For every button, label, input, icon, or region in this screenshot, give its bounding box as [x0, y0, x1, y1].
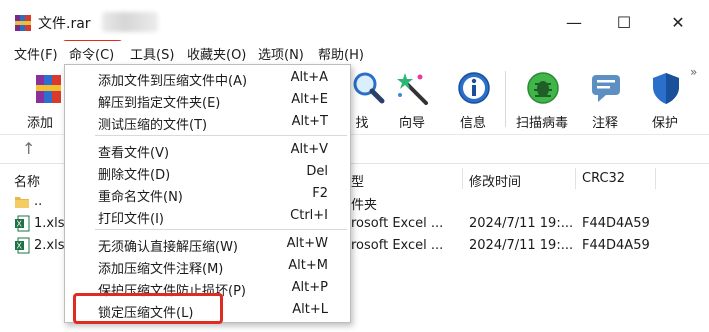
shield-icon: [653, 73, 679, 104]
comment-icon: [592, 75, 620, 102]
menu-item-delete-file[interactable]: 删除文件(D) Del: [65, 161, 350, 183]
toolbar-info-label: 信息: [459, 116, 486, 131]
window-title: 文件.rar: [38, 16, 91, 32]
minimize-button[interactable]: —: [551, 0, 597, 44]
menu-item-label: 查看文件(V): [98, 146, 170, 161]
menu-item-shortcut: Alt+M: [288, 258, 328, 273]
winrar-app-icon: [15, 15, 31, 31]
menu-item-extract-without-confirm[interactable]: 无须确认直接解压缩(W) Alt+W: [65, 233, 350, 255]
maximize-icon: ☐: [616, 12, 632, 32]
menu-item-add-to-archive[interactable]: 添加文件到压缩文件中(A) Alt+A: [65, 67, 350, 89]
info-icon: [458, 72, 490, 104]
excel-file-icon: X: [15, 237, 30, 254]
menu-item-extract-to-folder[interactable]: 解压到指定文件夹(E) Alt+E: [65, 89, 350, 111]
menu-item-shortcut: Alt+E: [291, 92, 328, 107]
toolbar-overflow-chevron-icon[interactable]: »: [690, 65, 697, 79]
row-name: 1.xls: [34, 216, 65, 231]
menu-item-label: 删除文件(D): [98, 168, 171, 183]
column-divider[interactable]: [575, 168, 576, 189]
minimize-icon: —: [566, 12, 582, 32]
toolbar-virus-scan-label: 扫描病毒: [515, 116, 568, 131]
find-magnifier-icon: [353, 72, 385, 104]
column-header-crc32[interactable]: CRC32: [582, 171, 625, 186]
menu-item-shortcut: Alt+V: [290, 142, 328, 157]
menu-item-label: 打印文件(I): [98, 212, 164, 227]
menu-item-shortcut: Alt+W: [286, 236, 328, 251]
menu-file[interactable]: 文件(F): [14, 44, 58, 63]
virus-scan-icon: [527, 72, 559, 104]
toolbar-wizard-label: 向导: [398, 116, 425, 131]
column-header-type[interactable]: 型: [351, 171, 364, 190]
toolbar-protect-label: 保护: [651, 116, 678, 131]
toolbar-protect-button[interactable]: 保护: [637, 67, 693, 133]
menu-favorites[interactable]: 收藏夹(O): [187, 44, 246, 63]
menu-separator: [95, 135, 347, 136]
toolbar-separator: [505, 71, 506, 127]
row-type: rosoft Excel ...: [351, 216, 444, 231]
menu-bar: 文件(F) 命令(C) 工具(S) 收藏夹(O) 选项(N) 帮助(H): [0, 41, 709, 65]
menu-help[interactable]: 帮助(H): [318, 44, 364, 63]
menu-item-shortcut: Del: [306, 164, 328, 179]
svg-text:X: X: [17, 242, 23, 251]
menu-item-rename-file[interactable]: 重命名文件(N) F2: [65, 183, 350, 205]
excel-file-icon: X: [15, 215, 30, 232]
svg-text:X: X: [17, 220, 23, 229]
menu-item-label: 解压到指定文件夹(E): [98, 96, 221, 111]
toolbar-add-label: 添加: [26, 116, 53, 131]
column-divider[interactable]: [462, 168, 463, 189]
toolbar-comment-button[interactable]: 注释: [577, 67, 633, 133]
menu-item-shortcut: Alt+T: [291, 114, 328, 129]
menu-options[interactable]: 选项(N): [258, 44, 304, 63]
menu-item-label: 重命名文件(N): [98, 190, 183, 205]
row-crc32: F44D4A59: [582, 238, 650, 253]
up-folder-arrow-icon[interactable]: ↑: [22, 139, 35, 158]
toolbar-virus-scan-button[interactable]: 扫描病毒: [514, 67, 570, 133]
column-divider[interactable]: [655, 168, 656, 189]
wizard-wand-icon: [397, 73, 428, 105]
menu-item-add-archive-comment[interactable]: 添加压缩文件注释(M) Alt+M: [65, 255, 350, 277]
menu-item-shortcut: Ctrl+I: [290, 208, 328, 223]
row-modified: 2024/7/11 19:...: [469, 216, 574, 231]
add-books-icon: [36, 75, 61, 103]
menu-item-view-file[interactable]: 查看文件(V) Alt+V: [65, 139, 350, 161]
toolbar-info-button[interactable]: 信息: [445, 67, 501, 133]
menu-tools[interactable]: 工具(S): [130, 44, 174, 63]
title-bar: 文件.rar — ☐ ✕: [0, 0, 709, 44]
menu-command[interactable]: 命令(C): [69, 44, 114, 63]
column-header-name[interactable]: 名称: [14, 171, 40, 190]
row-name: 2.xls: [34, 238, 65, 253]
lock-archive-annotation-box: [73, 293, 223, 324]
row-name: ..: [34, 194, 43, 209]
row-crc32: F44D4A59: [582, 216, 650, 231]
redacted-title-part: [102, 12, 158, 32]
column-header-modified[interactable]: 修改时间: [469, 171, 521, 190]
toolbar-comment-label: 注释: [591, 116, 618, 131]
command-dropdown-menu: 添加文件到压缩文件中(A) Alt+A 解压到指定文件夹(E) Alt+E 测试…: [64, 64, 351, 323]
close-button[interactable]: ✕: [655, 0, 701, 44]
menu-item-shortcut: Alt+A: [290, 70, 328, 85]
menu-separator: [95, 229, 347, 230]
toolbar-wizard-button[interactable]: 向导: [384, 67, 440, 133]
menu-item-label: 添加压缩文件注释(M): [98, 262, 224, 277]
menu-item-test-archive[interactable]: 测试压缩的文件(T) Alt+T: [65, 111, 350, 133]
menu-item-shortcut: F2: [312, 186, 328, 201]
close-icon: ✕: [671, 12, 685, 32]
menu-item-print-file[interactable]: 打印文件(I) Ctrl+I: [65, 205, 350, 227]
row-type: 件夹: [351, 198, 378, 213]
parent-folder-icon: [15, 197, 29, 208]
menu-item-label: 无须确认直接解压缩(W): [98, 240, 238, 255]
menu-item-shortcut: Alt+P: [291, 280, 328, 295]
row-modified: 2024/7/11 19:...: [469, 238, 574, 253]
maximize-button[interactable]: ☐: [601, 0, 647, 44]
menu-item-label: 测试压缩的文件(T): [98, 118, 208, 133]
menu-item-label: 添加文件到压缩文件中(A): [98, 74, 248, 89]
menu-item-shortcut: Alt+L: [292, 302, 328, 317]
row-type: rosoft Excel ...: [351, 238, 444, 253]
